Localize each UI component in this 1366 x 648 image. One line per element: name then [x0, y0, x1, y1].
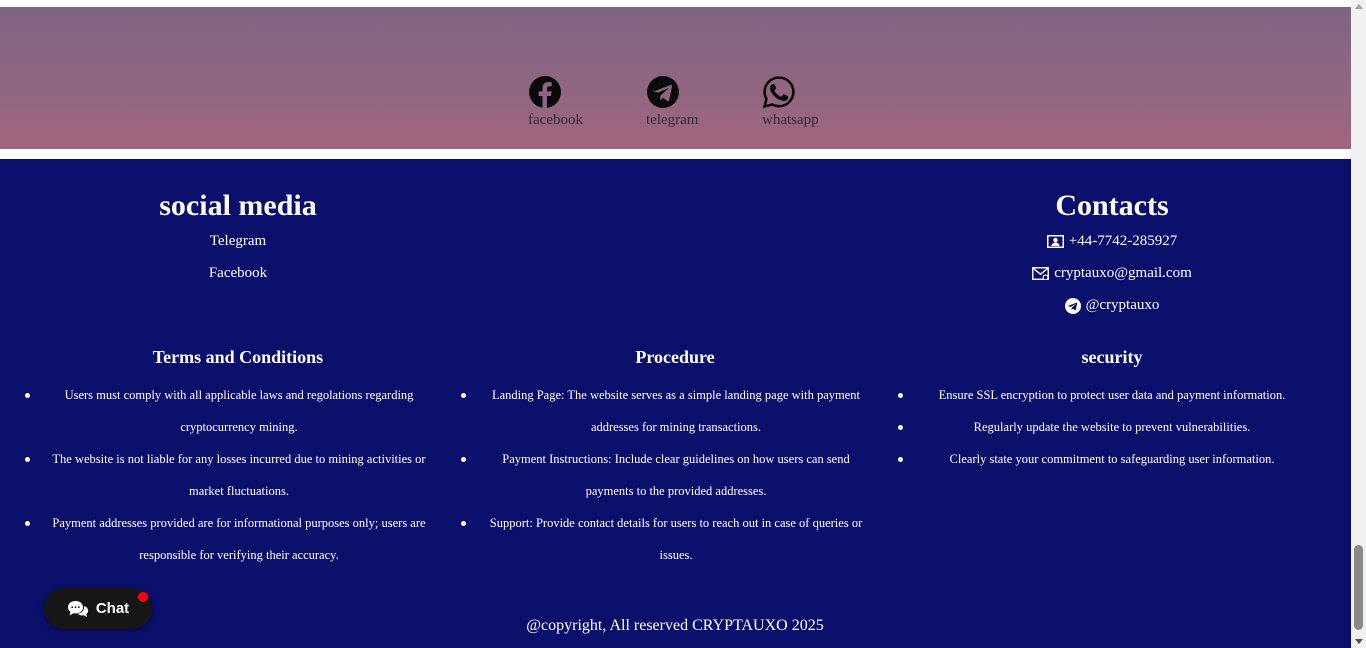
facebook-icon: [529, 76, 561, 109]
scrollbar-thumb[interactable]: [1354, 545, 1363, 630]
telegram-icon: [647, 76, 679, 108]
phone-number[interactable]: +44-7742-285927: [1069, 233, 1177, 250]
whatsapp-icon: [762, 76, 795, 109]
terms-heading: Terms and Conditions: [152, 347, 324, 367]
page: facebook telegram whatsapp social media …: [0, 0, 1366, 648]
social-band: facebook telegram whatsapp: [0, 7, 1351, 149]
vertical-scrollbar[interactable]: [1351, 0, 1366, 648]
security-list: Ensure SSL encryption to protect user da…: [898, 379, 1307, 475]
list-item: Clearly state your commitment to safegua…: [898, 443, 1307, 475]
facebook-label: facebook: [528, 112, 583, 128]
scroll-down-arrow-icon[interactable]: [1355, 639, 1363, 644]
chat-button[interactable]: Chat: [44, 588, 152, 629]
list-item: Ensure SSL encryption to protect user da…: [898, 379, 1307, 411]
contact-card-icon: [1046, 235, 1064, 248]
list-item: Support: Provide contact details for use…: [461, 507, 872, 571]
notification-dot: [138, 592, 148, 602]
whatsapp-link[interactable]: whatsapp: [762, 75, 819, 129]
procedure-heading: Procedure: [635, 347, 715, 367]
list-item: Users must comply with all applicable la…: [25, 379, 434, 443]
scroll-up-arrow-icon[interactable]: [1355, 4, 1363, 9]
site-footer: social media Telegram Facebook Contacts …: [0, 159, 1351, 648]
list-item: The website is not liable for any losses…: [25, 443, 434, 507]
footer-facebook-link[interactable]: Facebook: [88, 265, 388, 282]
list-item: Payment Instructions: Include clear guid…: [461, 443, 872, 507]
social-media-heading: social media: [159, 189, 317, 222]
email-icon: [1032, 267, 1050, 280]
chat-label: Chat: [95, 600, 130, 617]
contact-phone: +44-7742-285927: [962, 233, 1262, 250]
telegram-label: telegram: [646, 112, 699, 128]
list-item: Regularly update the website to prevent …: [898, 411, 1307, 443]
list-item: Landing Page: The website serves as a si…: [461, 379, 872, 443]
facebook-link[interactable]: facebook: [528, 75, 583, 129]
terms-list: Users must comply with all applicable la…: [25, 379, 434, 571]
telegram-handle[interactable]: @cryptauxo: [1086, 297, 1160, 314]
copyright-text: @copyright, All reserved CRYPTAUXO 2025: [526, 617, 824, 634]
list-item: Payment addresses provided are for infor…: [25, 507, 434, 571]
procedure-list: Landing Page: The website serves as a si…: [461, 379, 872, 571]
footer-telegram-link[interactable]: Telegram: [88, 233, 388, 250]
contact-telegram: @cryptauxo: [962, 297, 1262, 314]
telegram-link[interactable]: telegram: [646, 75, 698, 129]
email-address[interactable]: cryptauxo@gmail.com: [1054, 265, 1192, 282]
telegram-icon: [1064, 297, 1081, 314]
whatsapp-label: whatsapp: [762, 112, 819, 128]
chat-bubble-icon: [67, 600, 88, 617]
security-heading: security: [1081, 347, 1143, 367]
contact-email: cryptauxo@gmail.com: [962, 265, 1262, 282]
contacts-heading: Contacts: [1055, 189, 1169, 222]
